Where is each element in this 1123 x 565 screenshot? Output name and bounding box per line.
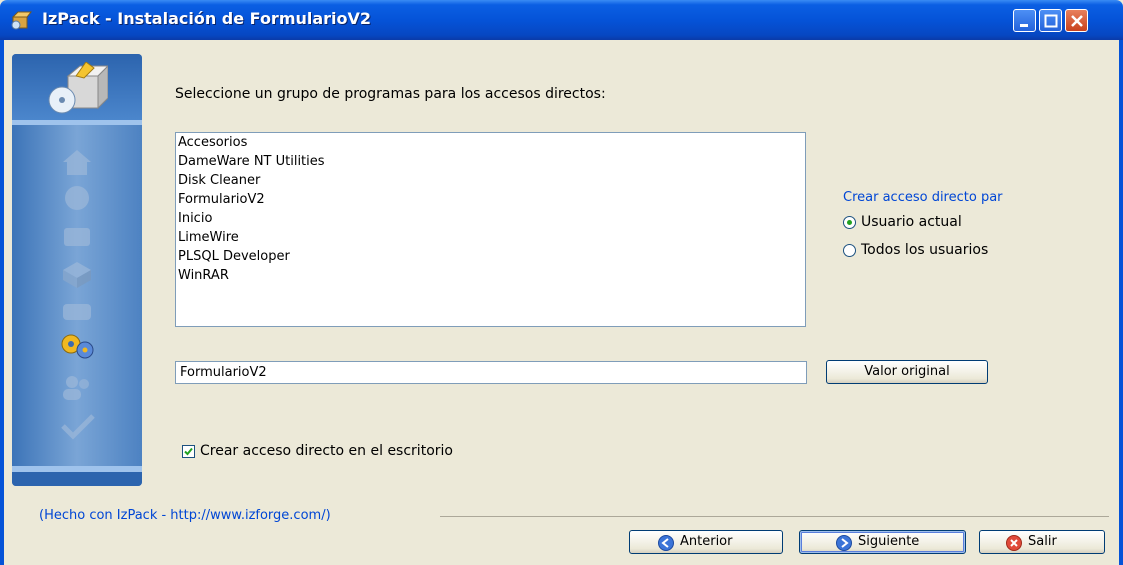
finish-check-icon bbox=[61, 414, 95, 440]
list-item[interactable]: WinRAR bbox=[178, 268, 229, 283]
list-item[interactable]: PLSQL Developer bbox=[178, 249, 290, 264]
current-user-radio[interactable]: Usuario actual bbox=[843, 214, 963, 234]
list-item[interactable]: Inicio bbox=[178, 211, 212, 226]
list-item[interactable]: DameWare NT Utilities bbox=[178, 154, 325, 169]
back-button[interactable]: Anterior bbox=[629, 530, 783, 554]
next-arrow-icon bbox=[836, 535, 852, 551]
program-group-prompt: Seleccione un grupo de programas para lo… bbox=[175, 86, 606, 102]
sidebar-divider bbox=[12, 120, 142, 125]
window-frame-right bbox=[1119, 40, 1123, 565]
back-arrow-icon bbox=[658, 535, 674, 551]
sidebar-header bbox=[12, 54, 142, 120]
list-item[interactable]: FormularioV2 bbox=[178, 192, 265, 207]
minimize-button[interactable] bbox=[1013, 9, 1036, 32]
program-group-input[interactable] bbox=[175, 361, 807, 384]
radio-unselected-icon bbox=[843, 244, 856, 257]
gears-step-icon bbox=[61, 334, 94, 359]
radio-selected-icon bbox=[843, 216, 856, 229]
close-button[interactable] bbox=[1065, 9, 1088, 32]
packs-step-icon bbox=[63, 262, 91, 288]
shortcut-target-label: Crear acceso directo par bbox=[843, 190, 1003, 205]
izpack-credit: (Hecho con IzPack - http://www.izforge.c… bbox=[39, 508, 331, 523]
list-item[interactable]: Disk Cleaner bbox=[178, 173, 260, 188]
desktop-shortcut-label: Crear acceso directo en el escritorio bbox=[200, 443, 453, 459]
window-frame-left bbox=[0, 40, 4, 565]
program-group-list[interactable]: Accesorios DameWare NT Utilities Disk Cl… bbox=[175, 132, 806, 327]
maximize-button[interactable] bbox=[1039, 9, 1062, 32]
next-button-label: Siguiente bbox=[858, 534, 920, 549]
close-icon bbox=[1071, 15, 1083, 27]
footer-separator bbox=[440, 516, 1109, 517]
checkmark-icon bbox=[184, 447, 193, 456]
quit-x-icon bbox=[1006, 535, 1022, 551]
minimize-icon bbox=[1020, 24, 1028, 27]
quit-button-label: Salir bbox=[1028, 534, 1057, 549]
installer-package-icon bbox=[48, 62, 108, 114]
home-step-icon bbox=[63, 150, 91, 175]
info-step-icon bbox=[65, 186, 89, 210]
next-button[interactable]: Siguiente bbox=[799, 530, 966, 554]
license-step-icon bbox=[64, 228, 90, 246]
window-title: IzPack - Instalación de FormularioV2 bbox=[42, 9, 372, 28]
install-step-icon bbox=[63, 304, 91, 320]
all-users-radio[interactable]: Todos los usuarios bbox=[843, 242, 1043, 262]
default-value-button[interactable]: Valor original bbox=[826, 360, 988, 384]
users-step-icon bbox=[63, 376, 89, 400]
list-item[interactable]: LimeWire bbox=[178, 230, 239, 245]
back-button-label: Anterior bbox=[680, 534, 733, 549]
installer-sidebar bbox=[12, 54, 142, 486]
list-item[interactable]: Accesorios bbox=[178, 135, 247, 150]
current-user-label: Usuario actual bbox=[861, 214, 962, 230]
setup-package-icon bbox=[11, 11, 32, 30]
all-users-label: Todos los usuarios bbox=[861, 242, 989, 258]
sidebar-footer bbox=[12, 472, 142, 486]
maximize-icon bbox=[1044, 14, 1058, 28]
desktop-shortcut-checkbox[interactable] bbox=[182, 445, 195, 458]
title-bar[interactable]: IzPack - Instalación de FormularioV2 bbox=[0, 0, 1123, 40]
quit-button[interactable]: Salir bbox=[979, 530, 1105, 554]
